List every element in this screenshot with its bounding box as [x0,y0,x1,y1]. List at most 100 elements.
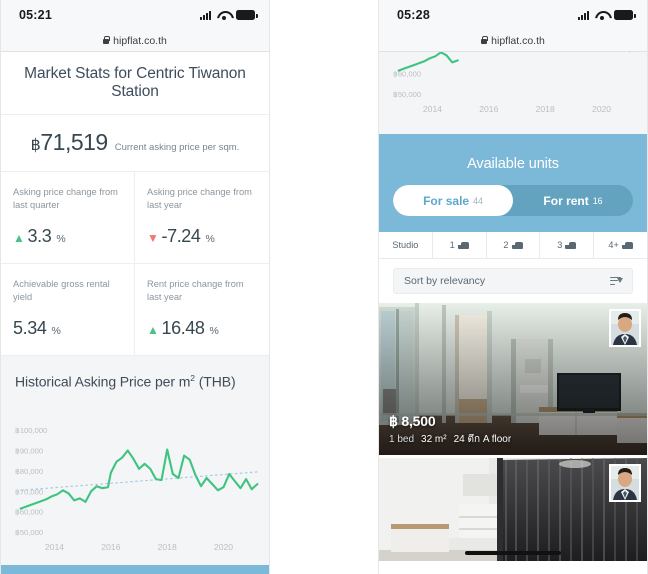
historical-price-chart-card: Historical Asking Price per m2 (THB) ฿10… [1,355,269,565]
headline-price-value: 71,519 [40,129,108,155]
stat-value: ▲ 16.48 % [147,318,257,339]
bedroom-filter-label: 2 [503,240,509,250]
listing-beds: 1 bed [389,434,415,445]
chart-y-tick-label: ฿50,000 [393,90,421,99]
bottom-blue-bar [1,564,269,574]
bedroom-filter-row: Studio 1 2 3 4+ [379,232,647,259]
bedroom-filter-1[interactable]: 1 [433,232,487,258]
chart-fragment-y-labels: ฿60,000 ฿50,000 [393,70,421,99]
sort-bar-wrapper: Sort by relevancy [379,259,647,303]
bedroom-filter-3[interactable]: 3 [540,232,595,258]
tab-for-rent[interactable]: For rent 16 [513,185,633,216]
stat-unit: % [56,232,66,245]
chart-x-tick-label: 2020 [214,542,233,552]
sort-dropdown[interactable]: Sort by relevancy [393,268,633,294]
stat-number: -7.24 [161,225,201,246]
arrow-up-icon: ▲ [147,322,159,337]
stat-label: Rent price change from last year [147,278,244,303]
stat-unit: % [205,232,215,245]
chart-title-tail: (THB) [194,373,236,390]
headline-price-block: ฿71,519 Current asking price per sqm. [1,115,269,172]
status-icons [578,10,636,20]
lock-icon [103,35,111,44]
bedroom-filter-label: 4+ [608,240,619,250]
stat-label: Asking price change from last year [147,187,252,211]
stats-grid: Asking price change from last quarter ▲ … [1,172,269,356]
bedroom-filter-label: 3 [557,240,563,250]
left-phone-screen: 05:21 hipflat.co.th Market Stats for Cen… [0,0,270,574]
chart-x-tick-label: 2014 [423,104,442,114]
url-bar[interactable]: hipflat.co.th [1,30,269,52]
chart-y-tick-label: ฿70,000 [15,487,43,496]
tab-for-sale-count: 44 [473,195,483,206]
tab-for-sale[interactable]: For sale 44 [393,185,513,216]
bedroom-filter-studio[interactable]: Studio [379,232,433,258]
listing-price: ฿ 8,500 [389,413,436,429]
chart-fragment-svg: ฿60,000 ฿50,000 2014 2016 2018 2020 [393,52,631,114]
listing-card[interactable]: ฿ 8,500 1 bed 32 m² 24 ตึก A floor [379,303,647,455]
status-icons [200,10,258,20]
stat-label: Achievable gross rental yield [13,278,110,303]
listing-meta: ฿ 8,500 1 bed 32 m² 24 ตึก A floor [389,413,511,447]
listing-details: 1 bed 32 m² 24 ตึก A floor [389,432,511,447]
bed-icon [511,242,523,249]
chart-y-tick-label: ฿80,000 [15,466,43,475]
stat-unit: % [209,324,219,337]
bed-icon [565,242,577,249]
agent-avatar[interactable] [609,464,641,502]
bed-icon [457,242,469,249]
url-bar[interactable]: hipflat.co.th [379,30,647,52]
agent-avatar-photo [611,466,639,500]
bedroom-filter-4plus[interactable]: 4+ [594,232,647,258]
status-bar: 05:21 [1,0,269,30]
stat-card: Asking price change from last year ▼ -7.… [135,172,269,264]
stat-value: 5.34 % [13,318,122,339]
headline-caption: Current asking price per sqm. [114,142,240,153]
battery-icon [614,10,636,20]
chart-svg: ฿100,000 ฿90,000 ฿80,000 ฿70,000 ฿60,000 ฿50,… [15,426,259,552]
right-phone-screen: 05:28 hipflat.co.th ฿60,000 ฿50,000 2014 2… [378,0,648,574]
chart-x-tick-label: 2016 [479,104,498,114]
chart-y-axis-labels: ฿100,000 ฿90,000 ฿80,000 ฿70,000 ฿60,000 ฿50,… [15,426,47,537]
arrow-down-icon: ▼ [147,230,159,245]
wifi-icon [217,10,230,20]
chart-y-tick-label: ฿50,000 [15,528,43,537]
baht-symbol: ฿ [30,137,41,154]
stat-number: 5.34 [13,317,47,338]
chart-y-tick-label: ฿100,000 [15,426,47,435]
sort-label: Sort by relevancy [404,275,486,287]
tab-for-rent-count: 16 [592,195,603,206]
spacer-between-phones [270,0,378,574]
chart-x-tick-label: 2016 [101,542,120,552]
status-bar: 05:28 [379,0,647,30]
headline-price: ฿71,519 [30,129,109,156]
sale-rent-toggle: For sale 44 For rent 16 [393,185,633,216]
stat-number: 16.48 [161,317,205,338]
chart-y-tick-label: ฿60,000 [393,70,421,79]
agent-avatar[interactable] [609,309,641,347]
bedroom-filter-label: 1 [449,240,455,250]
lock-icon [481,35,489,44]
bedroom-filter-2[interactable]: 2 [487,232,541,258]
stat-card: Achievable gross rental yield 5.34 % [1,263,135,356]
stat-number: 3.3 [27,225,52,246]
agent-avatar-photo [611,311,639,345]
chart-x-tick-label: 2018 [536,104,555,114]
bed-icon [621,242,633,249]
chart-price-line [19,447,259,510]
listing-card[interactable] [379,455,647,561]
screenshot-stage: 05:21 hipflat.co.th Market Stats for Cen… [0,0,648,574]
stat-value: ▲ 3.3 % [13,226,122,247]
bedroom-filter-label: Studio [392,240,419,250]
chart-bottom-fragment: ฿60,000 ฿50,000 2014 2016 2018 2020 [379,52,647,134]
stat-unit: % [51,324,61,337]
stat-value: ▼ -7.24 % [147,226,257,247]
url-text: hipflat.co.th [113,34,167,47]
chart-y-tick-label: ฿60,000 [15,507,43,516]
chart-y-tick-label: ฿90,000 [15,446,43,455]
listing-photo [379,458,647,561]
available-units-title: Available units [467,156,559,172]
chart-title-main: Historical Asking Price per m [15,373,191,390]
wifi-icon [595,10,608,20]
home-indicator [465,550,561,555]
